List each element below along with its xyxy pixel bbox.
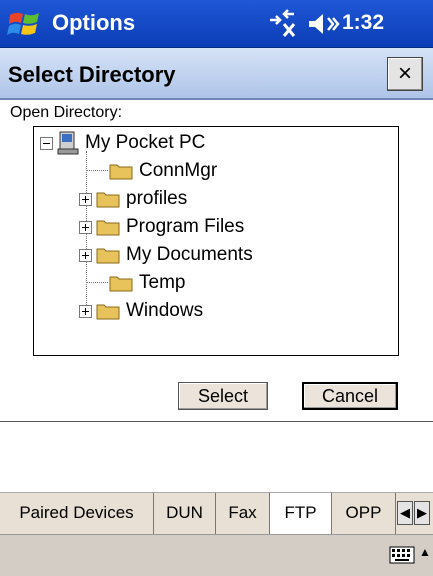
tree-item-label: ConnMgr <box>139 160 218 181</box>
folder-icon <box>109 276 133 292</box>
title-bar: Options 1:32 <box>0 0 433 48</box>
collapse-icon[interactable] <box>40 136 53 150</box>
tree-item-label: My Documents <box>126 244 253 265</box>
tree-connector <box>86 282 108 283</box>
tree-item-label: Temp <box>139 272 186 293</box>
app-title[interactable]: Options <box>52 10 135 36</box>
tree-item-program-files[interactable]: Program Files <box>79 213 244 241</box>
pocket-pc-icon <box>57 131 79 155</box>
folder-icon <box>96 248 120 264</box>
tree-item-windows[interactable]: Windows <box>79 297 203 325</box>
tree-item-temp[interactable]: Temp <box>109 269 185 297</box>
connectivity-icon[interactable] <box>266 8 300 40</box>
select-button[interactable]: Select <box>178 382 268 410</box>
clock[interactable]: 1:32 <box>342 11 384 35</box>
tab-fax[interactable]: Fax <box>216 493 270 535</box>
cancel-button[interactable]: Cancel <box>302 382 398 410</box>
tree-connector <box>86 170 108 171</box>
open-directory-label: Open Directory: <box>10 104 123 121</box>
tab-strip: Paired Devices DUN Fax FTP OPP ◀ ▶ <box>0 492 433 536</box>
folder-icon <box>96 304 120 320</box>
tree-item-my-documents[interactable]: My Documents <box>79 241 253 269</box>
tree-item-profiles[interactable]: profiles <box>79 185 187 213</box>
tab-ftp[interactable]: FTP <box>270 493 332 536</box>
keyboard-icon[interactable] <box>389 546 415 564</box>
tree-item-connmgr[interactable]: ConnMgr <box>109 157 217 185</box>
menu-bar: ▲ <box>0 534 433 576</box>
folder-icon <box>96 192 120 208</box>
dialog-header: Select Directory × <box>0 48 433 100</box>
dialog-body: Open Directory: My Pocket PC ConnMgr pro… <box>0 100 433 422</box>
directory-tree[interactable]: My Pocket PC ConnMgr profiles Program Fi… <box>33 126 399 356</box>
dialog-title: Select Directory <box>8 62 176 87</box>
input-panel-arrow-icon[interactable]: ▲ <box>419 545 431 559</box>
expand-icon[interactable] <box>79 304 92 318</box>
expand-icon[interactable] <box>79 248 92 262</box>
tab-paired-devices[interactable]: Paired Devices <box>0 493 154 535</box>
expand-icon[interactable] <box>79 220 92 234</box>
windows-flag-icon[interactable] <box>6 5 44 43</box>
expand-icon[interactable] <box>79 192 92 206</box>
tree-item-label: profiles <box>126 188 188 209</box>
folder-icon <box>109 164 133 180</box>
tab-dun[interactable]: DUN <box>154 493 216 535</box>
folder-icon <box>96 220 120 236</box>
tree-item-label: Windows <box>126 300 204 321</box>
tree-root[interactable]: My Pocket PC <box>40 129 205 157</box>
close-button[interactable]: × <box>387 57 423 91</box>
tab-scroll-left-button[interactable]: ◀ <box>397 501 413 525</box>
tree-root-label: My Pocket PC <box>85 132 206 153</box>
tree-item-label: Program Files <box>126 216 245 237</box>
speaker-icon[interactable] <box>306 10 340 38</box>
tab-scroll-right-button[interactable]: ▶ <box>414 501 430 525</box>
tab-opp[interactable]: OPP <box>332 493 396 535</box>
